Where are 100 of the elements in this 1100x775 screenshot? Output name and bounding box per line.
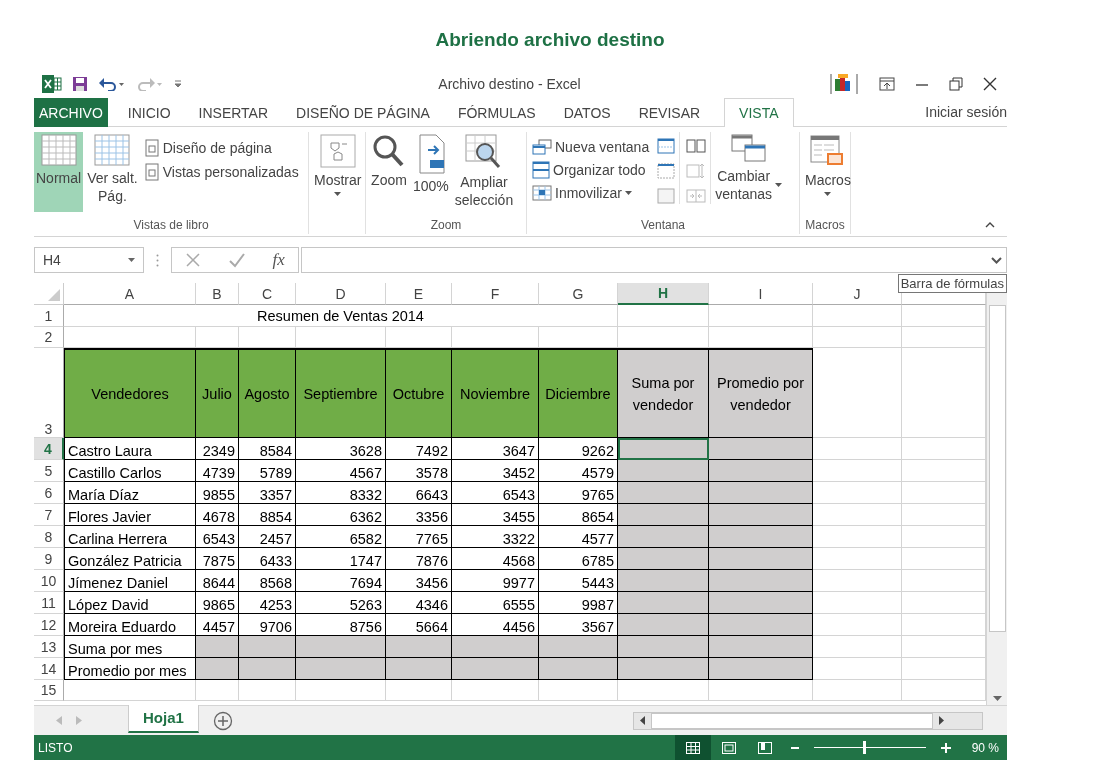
- ribbon-tab[interactable]: REVISAR: [624, 98, 715, 127]
- file-tab[interactable]: ARCHIVO: [34, 98, 108, 127]
- check-icon[interactable]: [227, 252, 246, 268]
- arrange-all-button[interactable]: Organizar todo: [530, 160, 652, 180]
- restore-icon[interactable]: [949, 77, 963, 91]
- column-heading[interactable]: B: [196, 283, 239, 305]
- column-header-cell: Vendedores: [64, 348, 196, 438]
- row-number[interactable]: 6: [34, 482, 64, 504]
- name-box[interactable]: H4: [34, 247, 144, 273]
- sheet-tab[interactable]: Hoja1: [128, 704, 199, 733]
- excel-logo-icon[interactable]: [42, 75, 62, 93]
- ribbon-tab[interactable]: INSERTAR: [184, 98, 283, 127]
- row-number[interactable]: 7: [34, 504, 64, 526]
- formula-input[interactable]: [301, 247, 1007, 273]
- view-mode-button[interactable]: [674, 735, 711, 760]
- table-cell: 5263: [296, 592, 386, 614]
- table-cell: López David: [64, 592, 196, 614]
- row-number[interactable]: 9: [34, 548, 64, 570]
- zoom-in-icon[interactable]: [939, 741, 952, 754]
- ribbon-tab[interactable]: VISTA: [724, 98, 794, 127]
- column-heading[interactable]: C: [239, 283, 296, 305]
- ribbon-tab[interactable]: INICIO: [113, 98, 185, 127]
- table-cell: 4253: [239, 592, 296, 614]
- column-heading[interactable]: A: [64, 283, 196, 305]
- table-cell: 6362: [296, 504, 386, 526]
- scroll-down-icon[interactable]: [992, 696, 1002, 701]
- row-number[interactable]: 15: [34, 680, 64, 701]
- table-cell: 9977: [452, 570, 539, 592]
- undo-icon[interactable]: [98, 77, 126, 91]
- sign-in-link[interactable]: Iniciar sesión: [919, 98, 1007, 126]
- table-cell: 2349: [196, 438, 239, 460]
- macros-button[interactable]: Macros: [803, 132, 853, 212]
- windows-icon: [730, 134, 767, 164]
- hide-window-icon[interactable]: [657, 163, 676, 179]
- scroll-left-icon[interactable]: [640, 716, 645, 725]
- switch-windows-button[interactable]: Cambiar ventanas: [713, 132, 784, 212]
- table-cell: [239, 636, 296, 658]
- insert-function-button[interactable]: fx: [272, 250, 285, 270]
- row-number[interactable]: 8: [34, 526, 64, 548]
- table-cell: 4739: [196, 460, 239, 482]
- table-cell: Moreira Eduardo: [64, 614, 196, 636]
- zoom-selection-button[interactable]: Ampliar selección: [452, 132, 516, 212]
- save-icon[interactable]: [72, 76, 88, 92]
- table-cell: Carlina Herrera: [64, 526, 196, 548]
- ribbon-tab[interactable]: DISEÑO DE PÁGINA: [282, 98, 444, 127]
- row-number[interactable]: 4: [34, 438, 64, 460]
- table-cell: 2457: [239, 526, 296, 548]
- sheet-title: Resumen de Ventas 2014: [64, 305, 618, 327]
- add-sheet-icon[interactable]: [212, 710, 233, 731]
- table-cell: 3456: [386, 570, 452, 592]
- row-number[interactable]: 5: [34, 460, 64, 482]
- expand-icon[interactable]: [991, 256, 1002, 264]
- table-cell: 8332: [296, 482, 386, 504]
- zoom-slider-thumb[interactable]: [863, 741, 867, 754]
- group-label: Zoom: [429, 218, 463, 234]
- horizontal-scrollbar[interactable]: [633, 711, 983, 730]
- side-by-side-icon[interactable]: [686, 138, 707, 154]
- view-button[interactable]: Ver salt. Pág.: [85, 132, 140, 212]
- column-heading[interactable]: E: [386, 283, 452, 305]
- colored-blocks-icon[interactable]: [829, 73, 859, 95]
- grid-icon: [94, 134, 131, 166]
- split-icon[interactable]: [657, 138, 676, 154]
- page-heading: Abriendo archivo destino: [435, 28, 665, 52]
- column-heading[interactable]: I: [709, 283, 813, 305]
- column-header-cell: Noviembre: [452, 348, 539, 438]
- show-button[interactable]: Mostrar: [312, 132, 364, 212]
- table-cell: [386, 658, 452, 680]
- zoom-100-button[interactable]: 100%: [411, 132, 451, 212]
- row-number[interactable]: 2: [34, 327, 64, 348]
- table-cell: 1747: [296, 548, 386, 570]
- row-number[interactable]: 10: [34, 570, 64, 592]
- column-header-cell: Agosto: [239, 348, 296, 438]
- collapse-ribbon-icon[interactable]: [985, 222, 995, 228]
- view-button[interactable]: Normal: [34, 132, 84, 212]
- zoom-button[interactable]: Zoom: [369, 132, 409, 212]
- column-heading[interactable]: F: [452, 283, 539, 305]
- row-number[interactable]: 13: [34, 636, 64, 658]
- new-window-button[interactable]: Nueva ventana: [530, 138, 652, 156]
- row-number[interactable]: 12: [34, 614, 64, 636]
- column-heading[interactable]: J: [813, 283, 902, 305]
- drag-handle-icon[interactable]: [156, 253, 159, 267]
- column-heading[interactable]: H: [618, 283, 709, 305]
- column-header-cell: Promedio por vendedor: [709, 348, 813, 438]
- scroll-right-icon[interactable]: [939, 716, 944, 725]
- magnified-grid-icon: [465, 134, 503, 170]
- caret-icon: [128, 258, 135, 262]
- zoom-level[interactable]: 90 %: [971, 740, 999, 755]
- customize-toolbar-icon[interactable]: [174, 80, 182, 88]
- row-number[interactable]: 14: [34, 658, 64, 680]
- view-button[interactable]: Diseño de página: [141, 138, 301, 158]
- row-number[interactable]: 11: [34, 592, 64, 614]
- freeze-panes-button[interactable]: Inmovilizar: [530, 184, 652, 202]
- close-icon[interactable]: [983, 77, 997, 91]
- group-label: Macros: [804, 218, 846, 234]
- ribbon-tab[interactable]: DATOS: [549, 98, 625, 127]
- row-number[interactable]: 1: [34, 305, 64, 327]
- ribbon-tab[interactable]: FÓRMULAS: [443, 98, 550, 127]
- column-heading[interactable]: D: [296, 283, 386, 305]
- ribbon-display-icon[interactable]: [879, 77, 895, 91]
- view-button[interactable]: Vistas personalizadas: [141, 162, 301, 182]
